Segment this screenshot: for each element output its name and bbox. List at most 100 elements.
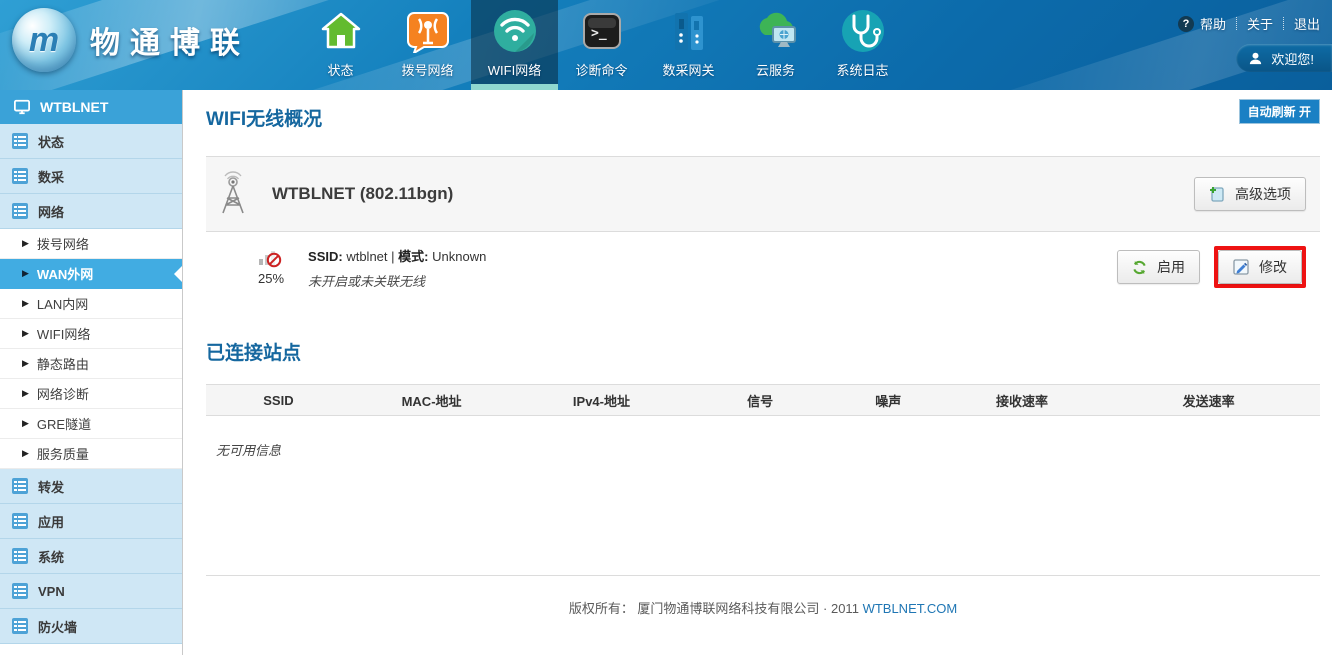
chevron-right-icon: ▶ bbox=[22, 418, 29, 429]
list-icon bbox=[12, 203, 28, 219]
chevron-right-icon: ▶ bbox=[22, 328, 29, 339]
advanced-options-button[interactable]: 高级选项 bbox=[1194, 177, 1306, 211]
nav-tab-cloud-service[interactable]: 云服务 bbox=[732, 0, 819, 90]
list-icon bbox=[12, 513, 28, 529]
sidebar-item-data-collect[interactable]: 数采 bbox=[0, 159, 182, 194]
modify-button-highlight: 修改 bbox=[1214, 246, 1306, 288]
list-icon bbox=[12, 168, 28, 184]
nav-tab-diagnostic-command[interactable]: >_ 诊断命令 bbox=[558, 0, 645, 90]
connected-stations-table: SSID MAC-地址 IPv4-地址 信号 噪声 接收速率 发送速率 无可用信… bbox=[206, 384, 1320, 459]
page-title: WIFI无线概况 bbox=[206, 104, 322, 131]
footer-link[interactable]: WTBLNET.COM bbox=[863, 601, 958, 616]
welcome-text: 欢迎您! bbox=[1271, 49, 1314, 68]
col-rx-rate: 接收速率 bbox=[947, 385, 1097, 416]
ssid-line: SSID: wtblnet | 模式: Unknown bbox=[308, 246, 1117, 265]
top-links: ? 帮助 关于 退出 bbox=[1178, 14, 1320, 33]
sidebar-item-status[interactable]: 状态 bbox=[0, 124, 182, 159]
sidebar-item-lan[interactable]: ▶ LAN内网 bbox=[0, 289, 182, 319]
refresh-icon bbox=[1132, 260, 1147, 275]
brand-name: 物通博联 bbox=[90, 18, 250, 62]
sidebar-item-gre-tunnel[interactable]: ▶ GRE隧道 bbox=[0, 409, 182, 439]
nav-tab-system-log[interactable]: 系统日志 bbox=[819, 0, 906, 90]
sidebar-item-network[interactable]: 网络 bbox=[0, 194, 182, 229]
monitor-icon bbox=[14, 99, 30, 115]
wifi-panel-header: WTBLNET (802.11bgn) 高级选项 bbox=[206, 156, 1320, 232]
wifi-panel-body: 25% SSID: wtblnet | 模式: Unknown 未开启或未关联无… bbox=[206, 232, 1320, 308]
list-icon bbox=[12, 478, 28, 494]
home-icon bbox=[318, 8, 364, 54]
list-icon bbox=[12, 618, 28, 634]
nav-tab-data-gateway[interactable]: 数采网关 bbox=[645, 0, 732, 90]
page-plus-icon bbox=[1209, 186, 1225, 202]
sidebar-item-forwarding[interactable]: 转发 bbox=[0, 469, 182, 504]
wifi-actions: 启用 修改 bbox=[1117, 246, 1306, 288]
modify-button[interactable]: 修改 bbox=[1218, 250, 1302, 284]
list-icon bbox=[12, 133, 28, 149]
wifi-panel: WTBLNET (802.11bgn) 高级选项 25% S bbox=[206, 156, 1320, 308]
copyright-text: 版权所有： 厦门物通博联网络科技有限公司 · 2011 bbox=[569, 601, 859, 616]
list-icon bbox=[12, 583, 28, 599]
signal-disabled-icon bbox=[258, 246, 284, 268]
signal-percent: 25% bbox=[258, 271, 284, 286]
main-content: WIFI无线概况 自动刷新 开 WTBLNET (802.11bgn) 高级选项 bbox=[184, 90, 1332, 655]
broadcast-icon bbox=[405, 8, 451, 54]
top-header: m 物通博联 状态 拨号网络 WIFI网络 >_ 诊断命令 bbox=[0, 0, 1332, 90]
footer: 版权所有： 厦门物通博联网络科技有限公司 · 2011 WTBLNET.COM bbox=[206, 575, 1320, 617]
sidebar-item-wifi[interactable]: ▶ WIFI网络 bbox=[0, 319, 182, 349]
sidebar: WTBLNET 状态 数采 网络 ▶ 拨号网络 ▶ WAN外网 ▶ LAN内网 … bbox=[0, 90, 183, 655]
empty-table-message: 无可用信息 bbox=[216, 440, 1320, 459]
chevron-right-icon: ▶ bbox=[22, 268, 29, 279]
welcome-badge[interactable]: 欢迎您! bbox=[1236, 44, 1332, 72]
chevron-right-icon: ▶ bbox=[22, 358, 29, 369]
chevron-right-icon: ▶ bbox=[22, 238, 29, 249]
enable-button[interactable]: 启用 bbox=[1117, 250, 1200, 284]
sidebar-header: WTBLNET bbox=[0, 90, 182, 124]
help-icon: ? bbox=[1178, 16, 1194, 32]
col-tx-rate: 发送速率 bbox=[1097, 385, 1320, 416]
col-mac: MAC-地址 bbox=[351, 385, 513, 416]
connected-stations-title: 已连接站点 bbox=[206, 338, 301, 365]
col-signal: 信号 bbox=[691, 385, 830, 416]
sidebar-item-qos[interactable]: ▶ 服务质量 bbox=[0, 439, 182, 469]
antenna-tower-icon bbox=[212, 171, 254, 217]
server-towers-icon bbox=[666, 8, 712, 54]
wifi-status-text: 未开启或未关联无线 bbox=[308, 271, 1117, 290]
brand-logo: m 物通博联 bbox=[12, 8, 250, 72]
sidebar-item-wan[interactable]: ▶ WAN外网 bbox=[0, 259, 182, 289]
sidebar-title: WTBLNET bbox=[40, 99, 108, 115]
col-ipv4: IPv4-地址 bbox=[512, 385, 690, 416]
sidebar-item-firewall[interactable]: 防火墙 bbox=[0, 609, 182, 644]
nav-tab-status[interactable]: 状态 bbox=[297, 0, 384, 90]
svg-text:>_: >_ bbox=[591, 26, 607, 41]
list-icon bbox=[12, 548, 28, 564]
nav-tab-wifi-network[interactable]: WIFI网络 bbox=[471, 0, 558, 90]
signal-indicator: 25% bbox=[258, 246, 284, 286]
terminal-icon: >_ bbox=[579, 8, 625, 54]
sidebar-item-dialup[interactable]: ▶ 拨号网络 bbox=[0, 229, 182, 259]
wifi-network-title: WTBLNET (802.11bgn) bbox=[272, 184, 453, 204]
auto-refresh-toggle[interactable]: 自动刷新 开 bbox=[1239, 99, 1320, 124]
help-link[interactable]: 帮助 bbox=[1200, 14, 1226, 33]
sidebar-item-vpn[interactable]: VPN bbox=[0, 574, 182, 609]
user-icon bbox=[1248, 51, 1263, 66]
stethoscope-icon bbox=[840, 8, 886, 54]
ssid-info: SSID: wtblnet | 模式: Unknown 未开启或未关联无线 bbox=[308, 246, 1117, 290]
col-ssid: SSID bbox=[206, 385, 351, 416]
sidebar-item-net-diagnosis[interactable]: ▶ 网络诊断 bbox=[0, 379, 182, 409]
sidebar-item-system[interactable]: 系统 bbox=[0, 539, 182, 574]
chevron-right-icon: ▶ bbox=[22, 388, 29, 399]
logo-globe-icon: m bbox=[12, 8, 76, 72]
nav-tab-dialup-network[interactable]: 拨号网络 bbox=[384, 0, 471, 90]
table-header-row: SSID MAC-地址 IPv4-地址 信号 噪声 接收速率 发送速率 bbox=[206, 385, 1320, 416]
chevron-right-icon: ▶ bbox=[22, 298, 29, 309]
sidebar-item-application[interactable]: 应用 bbox=[0, 504, 182, 539]
main-nav: 状态 拨号网络 WIFI网络 >_ 诊断命令 数采网关 bbox=[297, 0, 906, 90]
chevron-right-icon: ▶ bbox=[22, 448, 29, 459]
logout-link[interactable]: 退出 bbox=[1294, 14, 1320, 33]
sidebar-item-static-route[interactable]: ▶ 静态路由 bbox=[0, 349, 182, 379]
wifi-icon bbox=[492, 8, 538, 54]
cloud-monitor-icon bbox=[753, 8, 799, 54]
about-link[interactable]: 关于 bbox=[1247, 14, 1273, 33]
col-noise: 噪声 bbox=[830, 385, 947, 416]
edit-icon bbox=[1233, 259, 1249, 275]
